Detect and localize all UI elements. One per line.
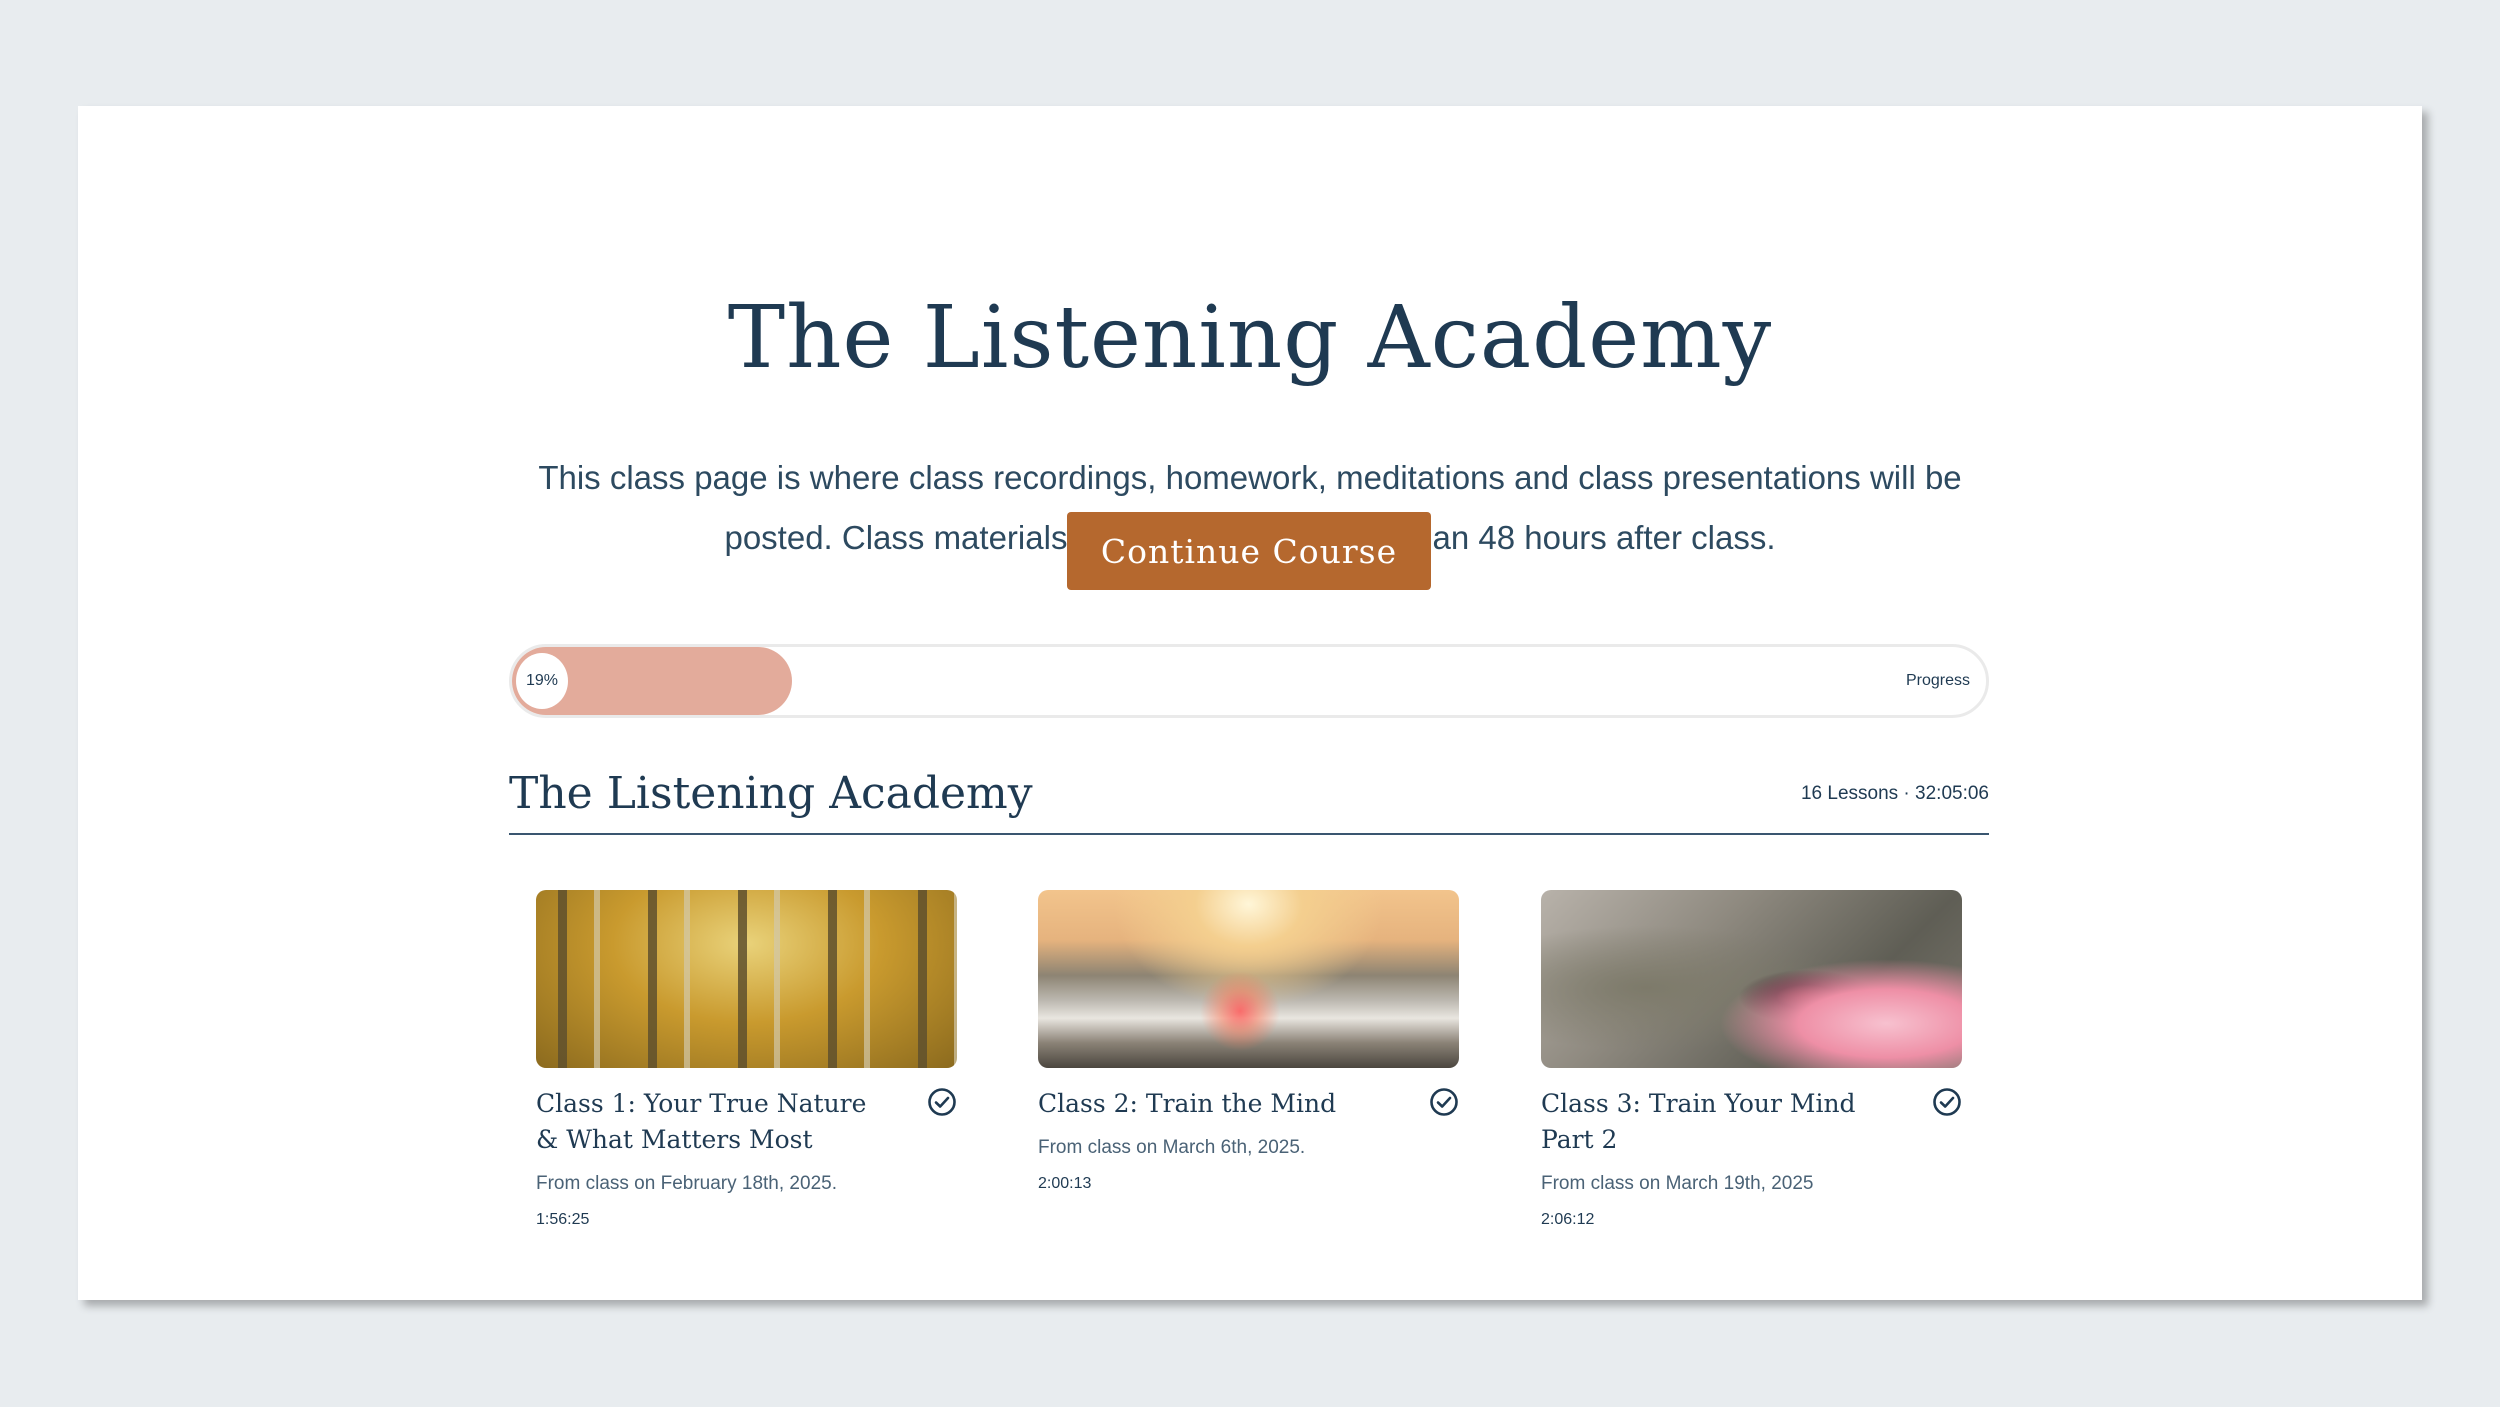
lesson-card-2[interactable]: Class 2: Train the Mind From class on Ma… bbox=[1038, 890, 1459, 1196]
lesson-description: From class on March 19th, 2025 bbox=[1541, 1173, 1814, 1194]
lesson-thumbnail[interactable] bbox=[536, 890, 957, 1068]
lesson-description: From class on February 18th, 2025. bbox=[536, 1173, 837, 1194]
lesson-thumbnail[interactable] bbox=[1038, 890, 1459, 1068]
lesson-title[interactable]: Class 3: Train Your Mind Part 2 bbox=[1541, 1086, 1901, 1158]
check-circle-icon bbox=[928, 1088, 956, 1116]
check-circle-icon bbox=[1430, 1088, 1458, 1116]
lesson-title[interactable]: Class 2: Train the Mind bbox=[1038, 1086, 1398, 1122]
section-title: The Listening Academy bbox=[509, 768, 1033, 819]
lesson-duration: 2:00:13 bbox=[1038, 1175, 1092, 1192]
course-card: The Listening Academy This class page is… bbox=[78, 106, 2422, 1300]
progress-label: Progress bbox=[1905, 672, 1970, 689]
page-title: The Listening Academy bbox=[727, 288, 1773, 388]
lesson-card-1[interactable]: Class 1: Your True Nature & What Matters… bbox=[536, 890, 957, 1232]
progress-percent: 19% bbox=[516, 653, 568, 709]
lesson-title[interactable]: Class 1: Your True Nature & What Matters… bbox=[536, 1086, 896, 1158]
section-divider bbox=[509, 833, 1989, 835]
lesson-card-3[interactable]: Class 3: Train Your Mind Part 2 From cla… bbox=[1541, 890, 1962, 1232]
lesson-duration: 2:06:12 bbox=[1541, 1211, 1595, 1228]
continue-course-button[interactable]: Continue Course bbox=[1067, 512, 1431, 590]
progress-bar: 19% Progress bbox=[509, 644, 1989, 718]
section-meta: 16 Lessons · 32:05:06 bbox=[1800, 783, 1989, 804]
lesson-description: From class on March 6th, 2025. bbox=[1038, 1137, 1306, 1158]
lesson-duration: 1:56:25 bbox=[536, 1211, 590, 1228]
check-circle-icon bbox=[1933, 1088, 1961, 1116]
lesson-thumbnail[interactable] bbox=[1541, 890, 1962, 1068]
